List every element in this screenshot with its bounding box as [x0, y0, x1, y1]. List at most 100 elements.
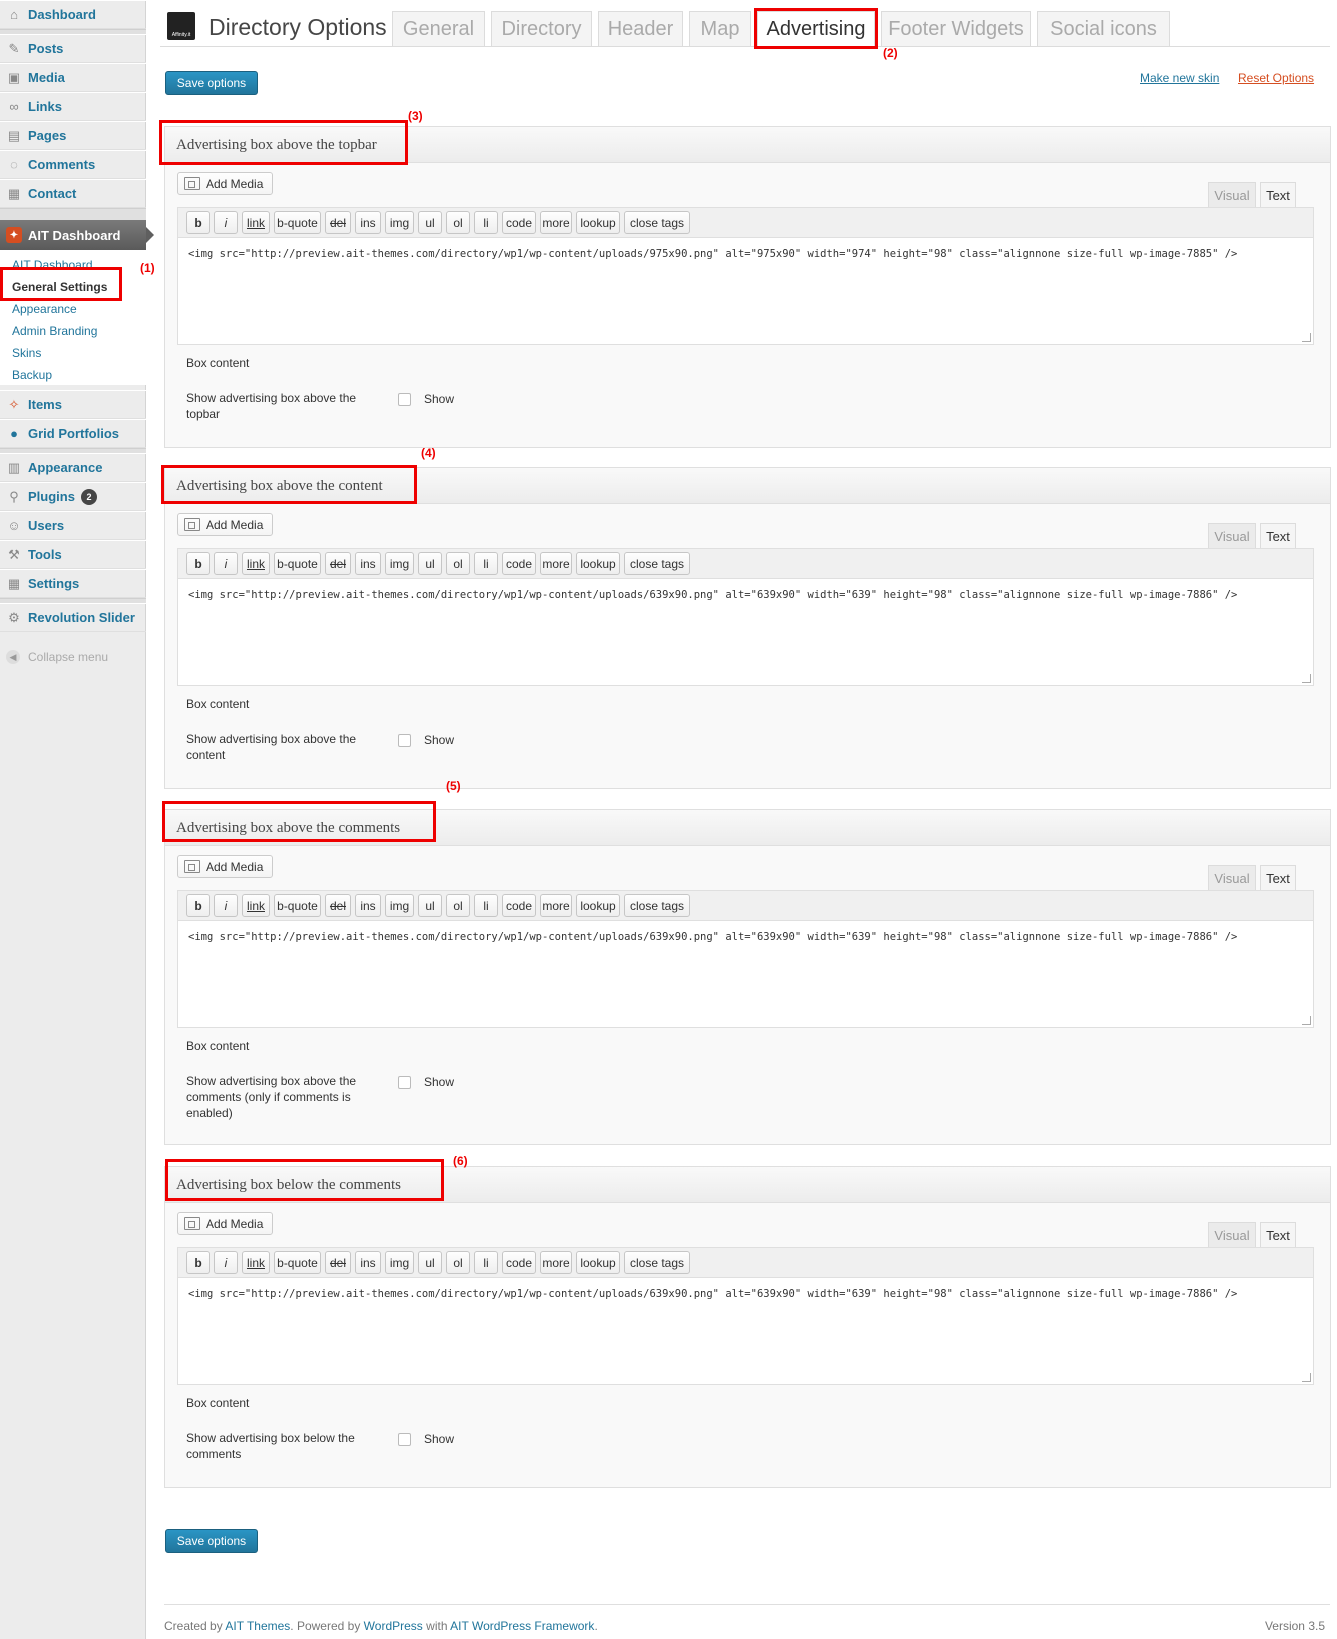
quicktag-link-button[interactable]: link — [242, 894, 270, 917]
quicktag-blockquote-button[interactable]: b-quote — [274, 211, 321, 234]
quicktag-code-button[interactable]: code — [502, 552, 536, 575]
quicktag-ol-button[interactable]: ol — [446, 1251, 470, 1274]
quicktag-ol-button[interactable]: ol — [446, 894, 470, 917]
quicktag-more-button[interactable]: more — [540, 552, 572, 575]
quicktag-more-button[interactable]: more — [540, 211, 572, 234]
menu-posts[interactable]: ✎ Posts — [0, 34, 146, 63]
tab-directory[interactable]: Directory — [491, 11, 592, 47]
show-checkbox[interactable] — [398, 393, 411, 406]
quicktag-bold-button[interactable]: b — [186, 211, 210, 234]
quicktag-italic-button[interactable]: i — [214, 894, 238, 917]
footer-ait-themes-link[interactable]: AIT Themes — [225, 1619, 290, 1633]
quicktag-code-button[interactable]: code — [502, 211, 536, 234]
quicktag-code-button[interactable]: code — [502, 1251, 536, 1274]
editor-tab-visual[interactable]: Visual — [1208, 523, 1256, 549]
quicktag-lookup-button[interactable]: lookup — [576, 894, 620, 917]
show-checkbox[interactable] — [398, 1076, 411, 1089]
footer-wordpress-link[interactable]: WordPress — [364, 1619, 423, 1633]
show-checkbox[interactable] — [398, 734, 411, 747]
quicktag-ul-button[interactable]: ul — [418, 552, 442, 575]
quicktag-bold-button[interactable]: b — [186, 552, 210, 575]
quicktag-del-button[interactable]: del — [325, 552, 351, 575]
menu-revolution-slider[interactable]: ⚙ Revolution Slider — [0, 603, 146, 632]
quicktag-close-tags-button[interactable]: close tags — [624, 552, 690, 575]
quicktag-ins-button[interactable]: ins — [355, 1251, 381, 1274]
quicktag-li-button[interactable]: li — [474, 1251, 498, 1274]
quicktag-ul-button[interactable]: ul — [418, 894, 442, 917]
menu-pages[interactable]: ▤ Pages — [0, 121, 146, 150]
footer-framework-link[interactable]: AIT WordPress Framework — [450, 1619, 594, 1633]
show-checkbox-label[interactable]: Show — [424, 1075, 454, 1089]
quicktag-ol-button[interactable]: ol — [446, 211, 470, 234]
show-checkbox[interactable] — [398, 1433, 411, 1446]
quicktag-lookup-button[interactable]: lookup — [576, 211, 620, 234]
quicktag-img-button[interactable]: img — [385, 1251, 414, 1274]
quicktag-ul-button[interactable]: ul — [418, 211, 442, 234]
menu-ait-dashboard[interactable]: ✦ AIT Dashboard — [0, 220, 154, 250]
menu-users[interactable]: ☺ Users — [0, 511, 146, 540]
add-media-button[interactable]: Add Media — [177, 1212, 273, 1235]
menu-tools[interactable]: ⚒ Tools — [0, 540, 146, 569]
show-checkbox-label[interactable]: Show — [424, 1432, 454, 1446]
save-options-button-top[interactable]: Save options — [165, 71, 258, 95]
quicktag-italic-button[interactable]: i — [214, 552, 238, 575]
menu-comments[interactable]: ◌ Comments — [0, 150, 146, 179]
menu-plugins[interactable]: ⚲ Plugins 2 — [0, 482, 146, 511]
quicktag-blockquote-button[interactable]: b-quote — [274, 552, 321, 575]
box-content-textarea[interactable]: <img src="http://preview.ait-themes.com/… — [177, 920, 1314, 1028]
quicktag-li-button[interactable]: li — [474, 211, 498, 234]
show-checkbox-label[interactable]: Show — [424, 733, 454, 747]
quicktag-bold-button[interactable]: b — [186, 894, 210, 917]
quicktag-ins-button[interactable]: ins — [355, 552, 381, 575]
editor-tab-visual[interactable]: Visual — [1208, 865, 1256, 891]
quicktag-link-button[interactable]: link — [242, 1251, 270, 1274]
tab-social-icons[interactable]: Social icons — [1037, 11, 1170, 47]
menu-settings[interactable]: ▦ Settings — [0, 569, 146, 598]
quicktag-del-button[interactable]: del — [325, 211, 351, 234]
quicktag-blockquote-button[interactable]: b-quote — [274, 1251, 321, 1274]
quicktag-del-button[interactable]: del — [325, 1251, 351, 1274]
quicktag-li-button[interactable]: li — [474, 552, 498, 575]
quicktag-ins-button[interactable]: ins — [355, 894, 381, 917]
submenu-skins[interactable]: Skins — [0, 342, 146, 364]
editor-tab-text[interactable]: Text — [1260, 182, 1296, 208]
reset-options-link[interactable]: Reset Options — [1238, 71, 1314, 85]
quicktag-bold-button[interactable]: b — [186, 1251, 210, 1274]
quicktag-img-button[interactable]: img — [385, 552, 414, 575]
quicktag-lookup-button[interactable]: lookup — [576, 1251, 620, 1274]
menu-items[interactable]: ✧ Items — [0, 390, 146, 419]
box-content-textarea[interactable]: <img src="http://preview.ait-themes.com/… — [177, 578, 1314, 686]
editor-tab-text[interactable]: Text — [1260, 523, 1296, 549]
tab-map[interactable]: Map — [689, 11, 751, 47]
tab-footer-widgets[interactable]: Footer Widgets — [881, 11, 1031, 47]
menu-dashboard[interactable]: ⌂ Dashboard — [0, 0, 146, 29]
quicktag-li-button[interactable]: li — [474, 894, 498, 917]
quicktag-close-tags-button[interactable]: close tags — [624, 894, 690, 917]
quicktag-code-button[interactable]: code — [502, 894, 536, 917]
menu-grid-portfolios[interactable]: ● Grid Portfolios — [0, 419, 146, 448]
menu-appearance[interactable]: ▥ Appearance — [0, 453, 146, 482]
editor-tab-visual[interactable]: Visual — [1208, 1222, 1256, 1248]
add-media-button[interactable]: Add Media — [177, 513, 273, 536]
tab-header[interactable]: Header — [598, 11, 683, 47]
quicktag-lookup-button[interactable]: lookup — [576, 552, 620, 575]
quicktag-img-button[interactable]: img — [385, 211, 414, 234]
quicktag-ol-button[interactable]: ol — [446, 552, 470, 575]
quicktag-italic-button[interactable]: i — [214, 1251, 238, 1274]
show-checkbox-label[interactable]: Show — [424, 392, 454, 406]
quicktag-del-button[interactable]: del — [325, 894, 351, 917]
make-new-skin-link[interactable]: Make new skin — [1140, 71, 1219, 85]
box-content-textarea[interactable]: <img src="http://preview.ait-themes.com/… — [177, 1277, 1314, 1385]
menu-contact[interactable]: ▦ Contact — [0, 179, 146, 208]
quicktag-close-tags-button[interactable]: close tags — [624, 211, 690, 234]
quicktag-more-button[interactable]: more — [540, 1251, 572, 1274]
submenu-backup[interactable]: Backup — [0, 364, 146, 386]
box-content-textarea[interactable]: <img src="http://preview.ait-themes.com/… — [177, 237, 1314, 345]
editor-tab-text[interactable]: Text — [1260, 1222, 1296, 1248]
quicktag-more-button[interactable]: more — [540, 894, 572, 917]
tab-general[interactable]: General — [392, 11, 485, 47]
menu-links[interactable]: ∞ Links — [0, 92, 146, 121]
editor-tab-text[interactable]: Text — [1260, 865, 1296, 891]
menu-media[interactable]: ▣ Media — [0, 63, 146, 92]
quicktag-italic-button[interactable]: i — [214, 211, 238, 234]
